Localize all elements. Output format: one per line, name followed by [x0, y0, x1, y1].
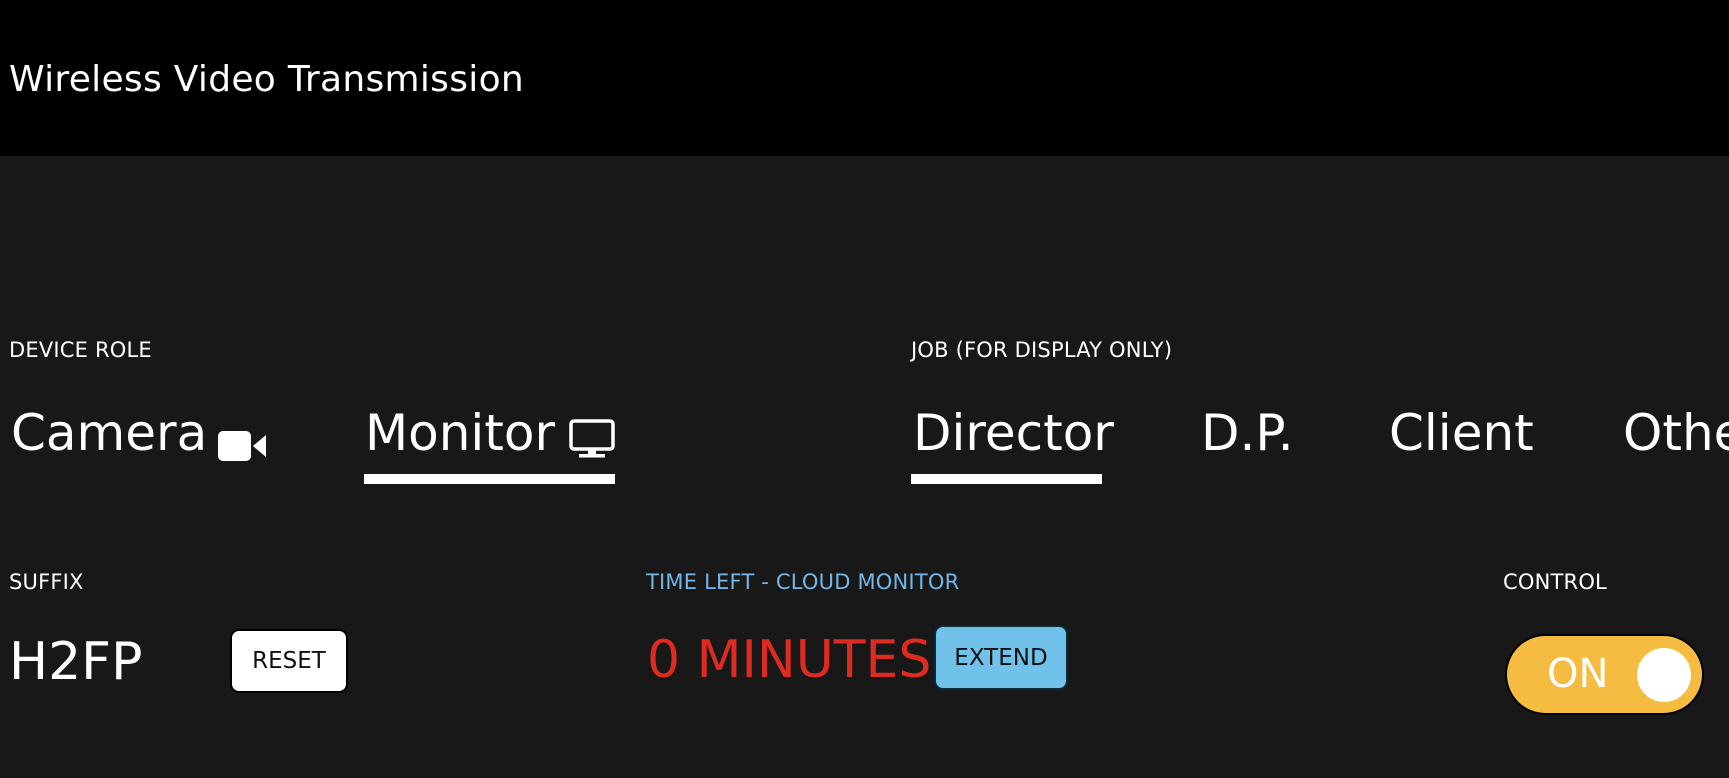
suffix-label: SUFFIX: [9, 570, 84, 594]
job-label: JOB (FOR DISPLAY ONLY): [911, 338, 1173, 362]
page-title: Wireless Video Transmission: [9, 59, 525, 100]
monitor-option-label: Monitor: [365, 404, 556, 462]
control-toggle[interactable]: ON: [1505, 634, 1704, 715]
control-label: CONTROL: [1503, 570, 1607, 594]
job-other-option[interactable]: Other: [1623, 403, 1729, 463]
suffix-value: H2FP: [9, 632, 143, 692]
director-selected-underline: [911, 474, 1102, 484]
device-role-monitor-option[interactable]: Monitor: [365, 403, 615, 463]
toggle-state-label: ON: [1547, 651, 1609, 697]
device-role-label: DEVICE ROLE: [9, 338, 152, 362]
job-dp-option[interactable]: D.P.: [1201, 403, 1294, 463]
monitor-icon: [569, 412, 615, 472]
toggle-knob: [1637, 648, 1691, 702]
job-other-clip: Other: [1623, 400, 1729, 470]
extend-button[interactable]: EXTEND: [934, 625, 1068, 690]
monitor-selected-underline: [364, 474, 615, 484]
app-header: Wireless Video Transmission: [0, 0, 1729, 156]
device-role-camera-option[interactable]: Camera: [11, 403, 266, 463]
time-left-label: TIME LEFT - CLOUD MONITOR: [646, 570, 960, 594]
camera-option-label: Camera: [11, 404, 208, 462]
job-director-option[interactable]: Director: [913, 403, 1114, 463]
job-client-option[interactable]: Client: [1389, 403, 1534, 463]
video-camera-icon: [218, 416, 266, 476]
time-left-value: 0 MINUTES: [647, 630, 932, 690]
reset-button[interactable]: RESET: [230, 629, 348, 693]
